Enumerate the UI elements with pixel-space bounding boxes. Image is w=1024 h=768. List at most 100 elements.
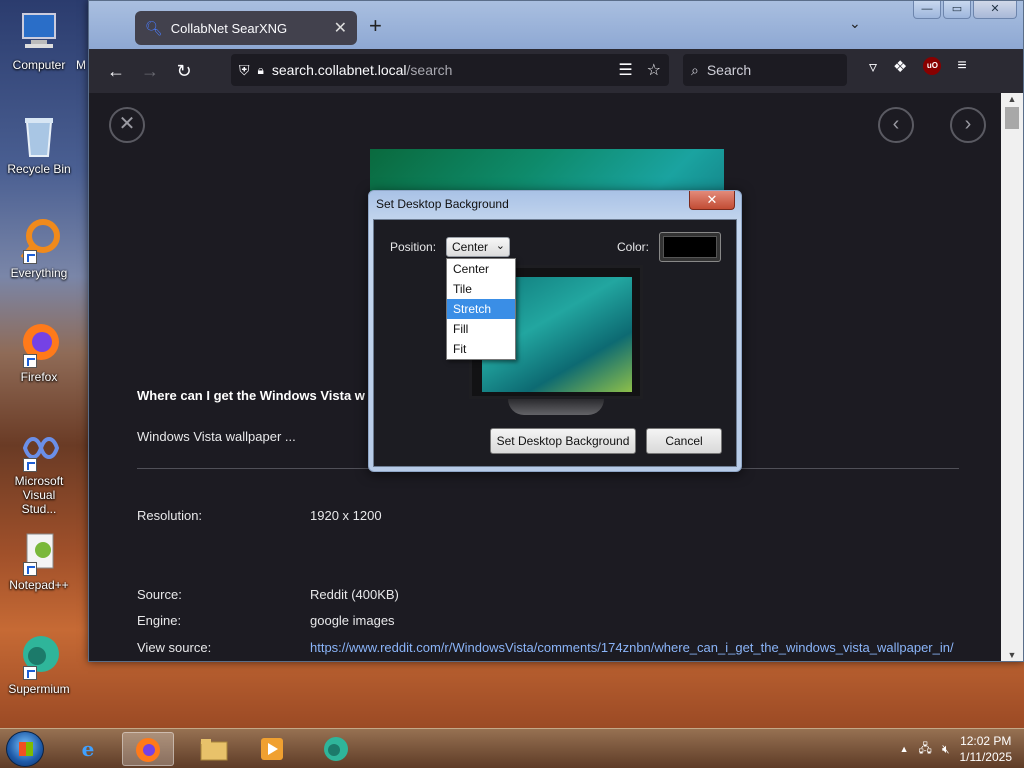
navigation-toolbar: ← → ↻ ⛨ 🔒︎ search.collabnet.local/search… <box>89 49 1023 93</box>
position-label: Position: <box>390 240 437 254</box>
position-option-tile[interactable]: Tile <box>447 279 515 299</box>
source-label: Source: <box>137 587 182 602</box>
url-bar[interactable]: ⛨ 🔒︎ search.collabnet.local/search ☰ ☆ <box>231 54 669 86</box>
position-selected-value: Center <box>452 240 489 254</box>
desktop-icon-label: Everything <box>10 266 68 280</box>
next-image-icon[interactable]: › <box>950 107 986 143</box>
engine-label: Engine: <box>137 613 182 628</box>
monitor-stand <box>508 399 604 415</box>
show-hidden-icons-icon[interactable]: ▲ <box>900 744 909 754</box>
maximize-button[interactable]: ▭ <box>943 1 971 19</box>
shield-icon[interactable]: ⛨ <box>239 62 250 79</box>
clock-date: 1/11/2025 <box>959 750 1013 764</box>
position-option-center[interactable]: Center <box>447 259 515 279</box>
extensions-puzzle-icon[interactable]: ❖ <box>893 57 907 77</box>
position-option-fit[interactable]: Fit <box>447 339 515 359</box>
result-title[interactable]: Where can I get the Windows Vista w <box>137 388 365 403</box>
ublock-origin-icon[interactable]: uO <box>923 57 942 75</box>
scrollbar[interactable]: ▲ ▼ <box>1001 93 1023 661</box>
desktop-icon-label: Notepad++ <box>9 578 69 592</box>
source-value: Reddit (400KB) <box>310 587 399 602</box>
resolution-value: 1920 x 1200 <box>310 508 382 523</box>
desktop-icon-supermium[interactable]: Supermium <box>4 632 74 696</box>
minimize-button[interactable]: — <box>913 1 941 19</box>
set-desktop-background-button[interactable]: Set Desktop Background <box>490 428 636 454</box>
scrollbar-thumb[interactable] <box>1005 107 1019 129</box>
url-host: search.collabnet.local <box>271 62 407 78</box>
cancel-button[interactable]: Cancel <box>646 428 722 454</box>
resolution-label: Resolution: <box>137 508 203 523</box>
hamburger-menu-icon[interactable]: ≡ <box>957 57 966 77</box>
dialog-close-button[interactable]: ✕ <box>689 191 735 210</box>
everything-icon <box>15 216 63 264</box>
list-all-tabs-chevron-icon[interactable]: ⌄ <box>849 15 861 32</box>
taskbar-firefox-icon[interactable] <box>122 732 174 766</box>
scroll-down-icon[interactable]: ▼ <box>1001 650 1023 660</box>
notepadpp-icon <box>15 528 63 576</box>
desktop-icon-label: Firefox <box>20 370 58 384</box>
desktop-icon-label-partial: M <box>76 58 86 72</box>
shortcut-arrow-icon <box>23 666 37 680</box>
desktop-icon-recycle-bin[interactable]: Recycle Bin <box>4 112 74 176</box>
pocket-icon[interactable]: ▿ <box>869 57 877 77</box>
chevron-down-icon: ⌄ <box>495 240 505 252</box>
taskbar-supermium-icon[interactable] <box>310 732 362 766</box>
tab-close-icon[interactable]: ✕ <box>334 18 347 38</box>
new-tab-button[interactable]: + <box>369 15 382 37</box>
scroll-up-icon[interactable]: ▲ <box>1001 94 1023 104</box>
color-swatch <box>663 236 717 258</box>
forward-arrow-icon[interactable]: → <box>133 61 167 82</box>
view-source-link[interactable]: https://www.reddit.com/r/WindowsVista/co… <box>310 640 954 655</box>
set-desktop-background-dialog: Set Desktop Background ✕ Position: Cente… <box>368 190 742 472</box>
search-icon: ⌕ <box>691 61 699 78</box>
visual-studio-icon <box>15 424 63 472</box>
supermium-icon <box>15 632 63 680</box>
tab-title: CollabNet SearXNG <box>170 20 288 36</box>
desktop-icon-label: Microsoft Visual Stud... <box>14 474 64 516</box>
browser-titlebar: 🔍︎ CollabNet SearXNG ✕ + ⌄ — ▭ ✕ <box>89 1 1023 49</box>
desktop-icon-firefox[interactable]: Firefox <box>4 320 74 384</box>
reload-icon[interactable]: ↻ <box>167 61 201 82</box>
position-dropdown-list: Center Tile Stretch Fill Fit <box>446 258 516 360</box>
clock[interactable]: 12:02 PM 1/11/2025 <box>960 733 1013 765</box>
close-viewer-icon[interactable]: ✕ <box>109 107 145 143</box>
browser-tab[interactable]: 🔍︎ CollabNet SearXNG ✕ <box>135 11 357 45</box>
desktop-icon-visual-studio[interactable]: Microsoft Visual Stud... <box>4 424 74 516</box>
bookmark-star-icon[interactable]: ☆ <box>647 60 661 80</box>
search-placeholder: Search <box>706 62 752 78</box>
back-arrow-icon[interactable]: ← <box>99 61 133 82</box>
network-icon[interactable]: 🖧︎ <box>919 739 932 760</box>
color-picker-button[interactable] <box>659 232 721 262</box>
position-option-fill[interactable]: Fill <box>447 319 515 339</box>
taskbar-file-explorer-icon[interactable] <box>188 732 240 766</box>
dialog-title: Set Desktop Background <box>376 197 509 211</box>
shortcut-arrow-icon <box>23 354 37 368</box>
view-source-label: View source: <box>137 640 212 655</box>
desktop-icon-notepadpp[interactable]: Notepad++ <box>4 528 74 592</box>
taskbar-internet-explorer-icon[interactable]: e <box>62 732 114 766</box>
desktop-icon-everything[interactable]: Everything <box>4 216 74 280</box>
desktop-icon-label: Computer <box>12 58 66 72</box>
taskbar-media-player-icon[interactable] <box>246 732 298 766</box>
shortcut-arrow-icon <box>23 458 37 472</box>
reader-view-icon[interactable]: ☰ <box>618 60 632 80</box>
desktop-icon-computer[interactable]: Computer <box>4 8 74 72</box>
previous-image-icon[interactable]: ‹ <box>878 107 914 143</box>
desktop-icon-label: Supermium <box>8 682 70 696</box>
shortcut-arrow-icon <box>23 562 37 576</box>
result-snippet: Windows Vista wallpaper ... <box>137 429 296 444</box>
position-select[interactable]: Center ⌄ <box>446 237 510 257</box>
recycle-bin-icon <box>15 112 63 160</box>
engine-value: google images <box>310 613 395 628</box>
search-bar[interactable]: ⌕ Search <box>683 54 847 86</box>
dialog-body: Position: Center ⌄ Color: Center Tile St… <box>373 219 737 467</box>
position-option-stretch[interactable]: Stretch <box>447 299 515 319</box>
start-button[interactable] <box>6 731 44 767</box>
volume-muted-icon[interactable]: 🔇︎ <box>942 742 950 757</box>
lock-icon[interactable]: 🔒︎ <box>258 63 264 78</box>
firefox-icon <box>15 320 63 368</box>
searxng-favicon-icon: 🔍︎ <box>145 19 163 36</box>
window-close-button[interactable]: ✕ <box>973 1 1017 19</box>
url-path: /search <box>406 62 453 78</box>
desktop-icon-label: Recycle Bin <box>7 162 71 176</box>
